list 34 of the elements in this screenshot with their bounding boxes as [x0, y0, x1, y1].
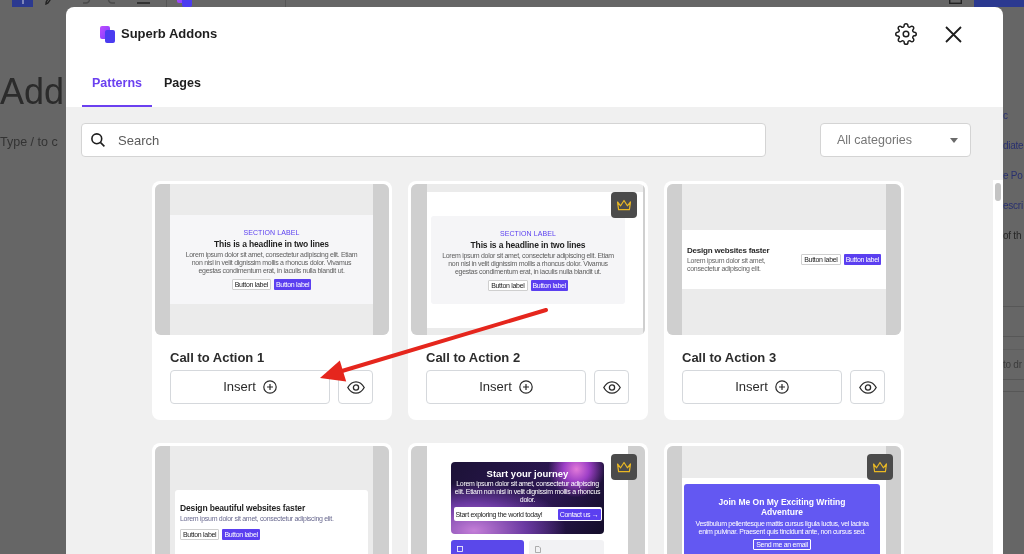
post-title: Add: [0, 72, 66, 112]
eye-icon: [346, 380, 365, 394]
eye-icon: [858, 380, 877, 394]
preview-headline: Join Me On My Exciting Writing Adventure: [717, 497, 847, 517]
insert-button[interactable]: Insert: [170, 370, 330, 404]
preview-headline: This is a headline in two lines: [214, 239, 329, 249]
plus-circle-icon: [518, 380, 533, 394]
brand-name: Superb Addons: [121, 25, 218, 44]
logo-icon: [100, 25, 115, 43]
settings-icon[interactable]: [895, 23, 917, 45]
preview-headline: Design beautiful websites faster: [180, 503, 306, 513]
tab[interactable]: Pages: [154, 61, 211, 107]
preview-headline: Design websites faster: [687, 246, 771, 256]
scrollbar-thumb[interactable]: [995, 183, 1001, 201]
plus-circle-icon: [262, 380, 277, 394]
eye-icon: [602, 380, 621, 394]
view-button[interactable]: [850, 370, 885, 404]
sidebar-text: of th: [1003, 229, 1023, 243]
search-field[interactable]: Search: [81, 123, 766, 157]
pattern-title: Call to Action 2: [425, 350, 522, 366]
insert-button[interactable]: Insert: [682, 370, 842, 404]
pattern-title: Call to Action 3: [681, 350, 778, 366]
insert-button[interactable]: Insert: [426, 370, 586, 404]
preview-headline: This is a headline in two lines: [470, 239, 586, 250]
pattern-title: Call to Action 1: [169, 350, 266, 366]
close-icon[interactable]: [945, 25, 962, 43]
view-button[interactable]: [338, 370, 373, 404]
document-icon: [535, 546, 541, 553]
search-icon: [91, 133, 105, 147]
caret-icon: [950, 137, 958, 143]
category-select[interactable]: All categories: [820, 123, 971, 157]
preview-headline: Start your journey: [486, 468, 569, 479]
view-button[interactable]: [594, 370, 629, 404]
plus-circle-icon: [774, 380, 789, 394]
